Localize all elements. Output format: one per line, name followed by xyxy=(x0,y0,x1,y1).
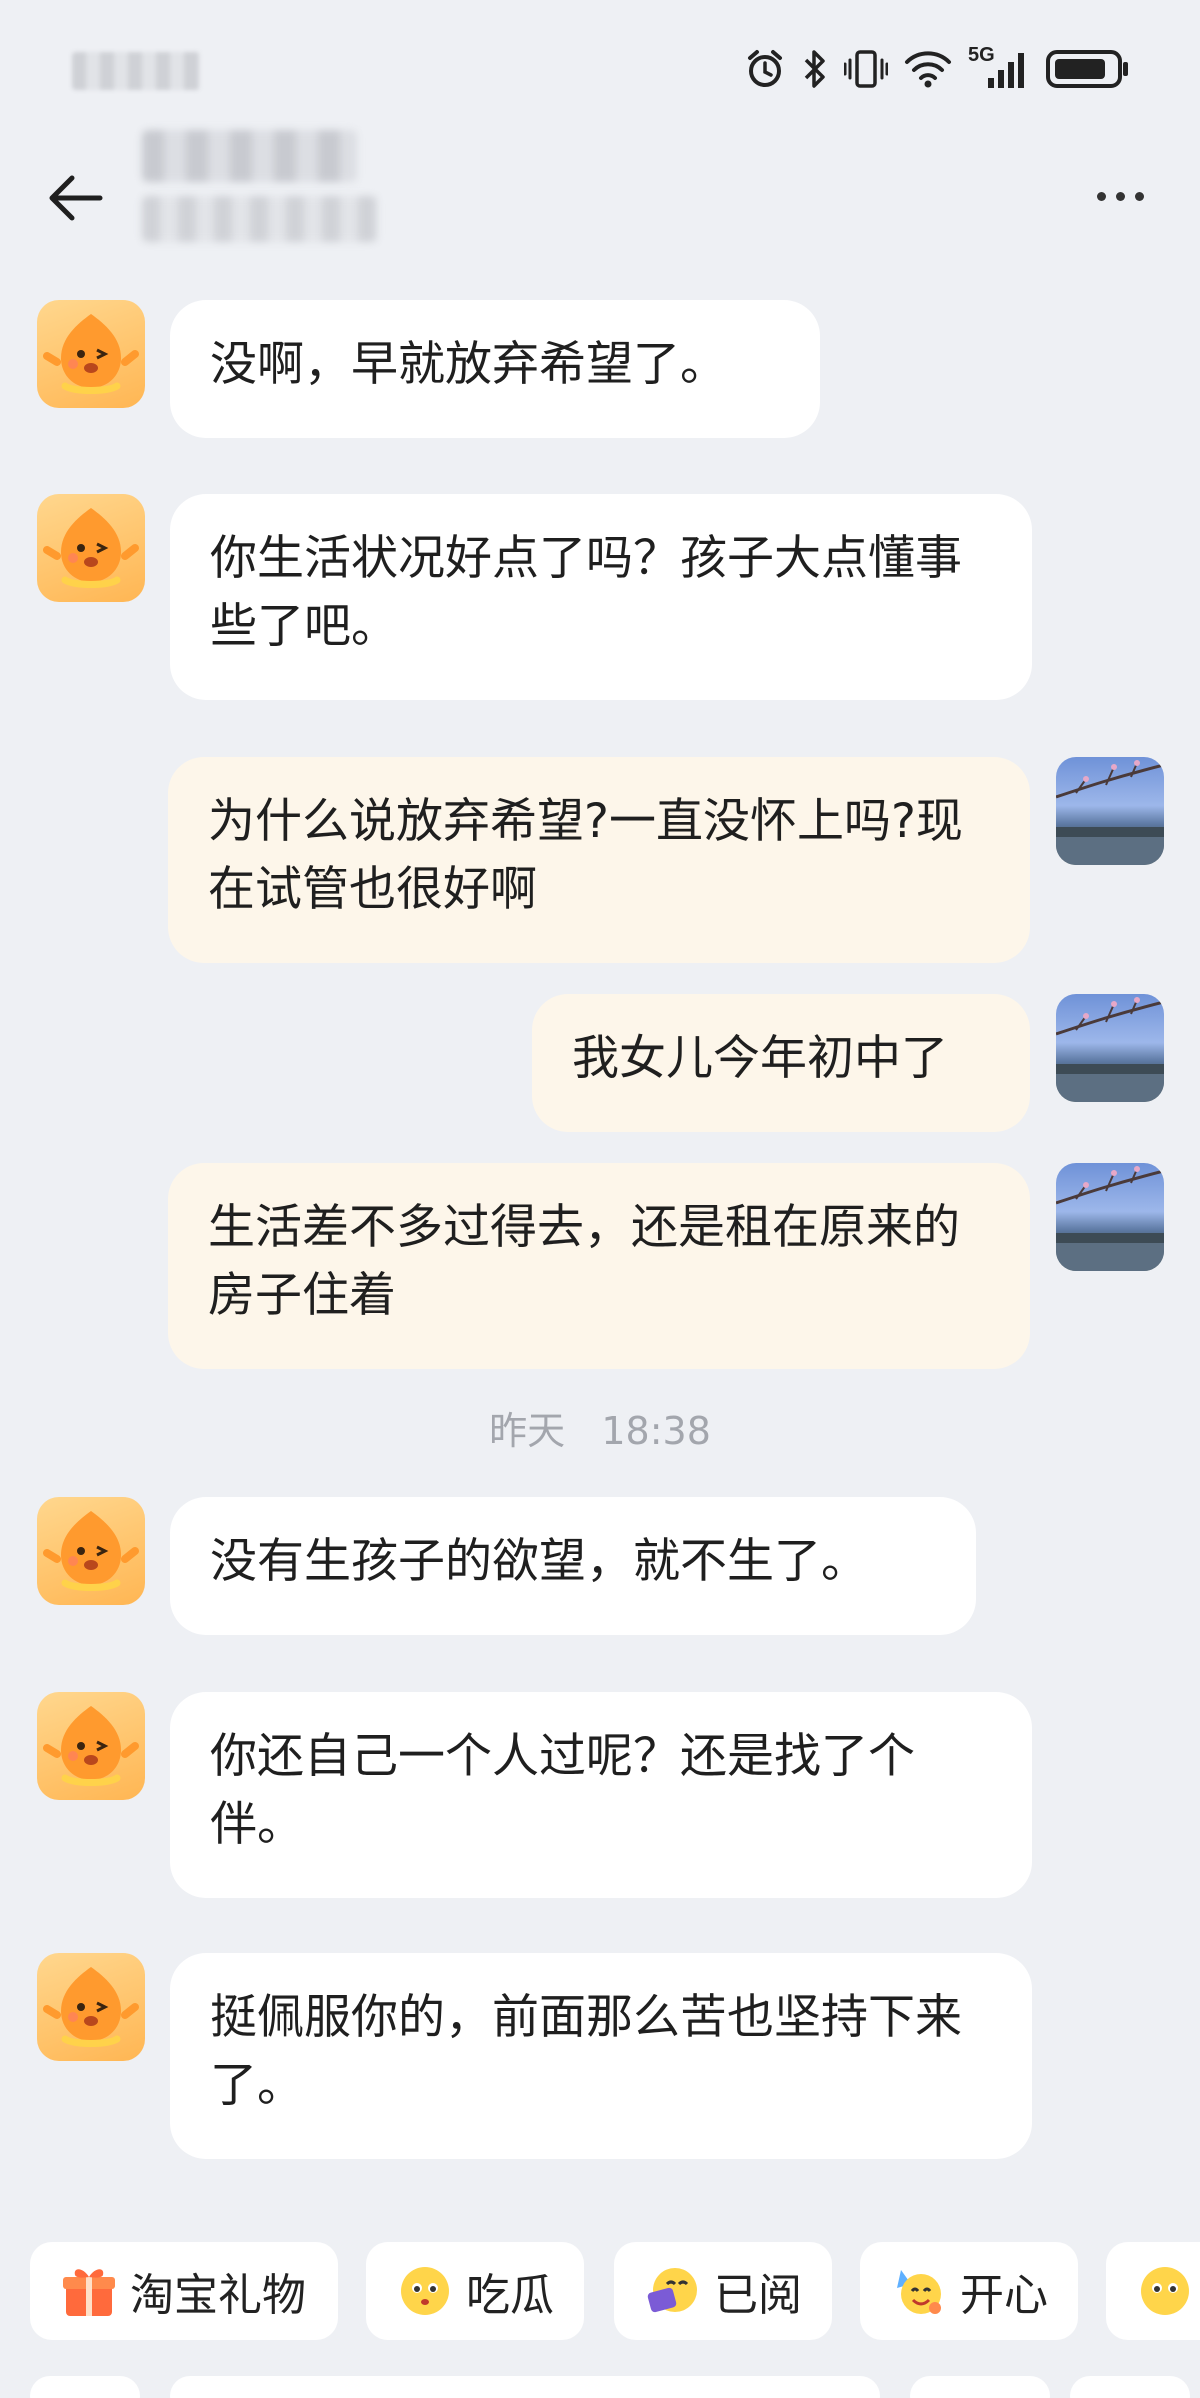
alarm-icon xyxy=(744,48,786,90)
bluetooth-icon xyxy=(802,48,828,90)
more-dots-icon xyxy=(1096,191,1106,201)
mascot-avatar-icon xyxy=(43,1706,139,1786)
incoming-message-bubble[interactable]: 没有生孩子的欲望，就不生了。 xyxy=(170,1497,976,1635)
timestamp-time: 18:38 xyxy=(601,1409,711,1453)
more-dot xyxy=(1115,191,1125,201)
incoming-message-bubble[interactable]: 你生活状况好点了吗？孩子大点懂事些了吧。 xyxy=(170,494,1032,700)
message-text: 没有生孩子的欲望，就不生了。 xyxy=(210,1534,868,1589)
message-text: 生活差不多过得去，还是租在原来的房子住着 xyxy=(208,1200,960,1323)
contact-avatar[interactable] xyxy=(37,1497,145,1605)
chip-label: 已阅 xyxy=(714,2270,802,2321)
user-avatar[interactable] xyxy=(1056,994,1164,1102)
mascot-avatar-icon xyxy=(43,1511,139,1591)
quick-reply-happy[interactable]: 开心 xyxy=(860,2242,1078,2340)
incoming-message-bubble[interactable]: 挺佩服你的，前面那么苦也坚持下来了。 xyxy=(170,1953,1032,2159)
message-text: 你生活状况好点了吗？孩子大点懂事些了吧。 xyxy=(210,531,962,654)
wifi-icon xyxy=(904,49,952,89)
contact-subtitle-blurred xyxy=(142,196,377,242)
gift-icon xyxy=(60,2262,118,2320)
battery-icon xyxy=(1046,48,1130,90)
chip-label: 吃瓜 xyxy=(466,2270,554,2321)
incoming-message-bubble[interactable]: 没啊，早就放弃希望了。 xyxy=(170,300,820,438)
arrow-left-icon xyxy=(46,173,104,227)
user-avatar[interactable] xyxy=(1056,1163,1164,1271)
timestamp-divider: 昨天 18:38 xyxy=(0,1400,1200,1455)
emoji-face-icon xyxy=(1136,2262,1194,2320)
chip-label: 淘宝礼物 xyxy=(130,2270,306,2321)
mascot-avatar-icon xyxy=(43,314,139,394)
contact-avatar[interactable] xyxy=(37,300,145,408)
status-time-blurred xyxy=(72,52,200,90)
outgoing-message-bubble[interactable]: 生活差不多过得去，还是租在原来的房子住着 xyxy=(168,1163,1030,1369)
more-dot xyxy=(1134,191,1144,201)
contact-name-blurred xyxy=(142,130,357,182)
melon-emoji-icon xyxy=(396,2262,454,2320)
signal-5g-icon: 5G xyxy=(968,44,1030,90)
landscape-avatar-icon xyxy=(1056,760,1164,865)
message-text: 挺佩服你的，前面那么苦也坚持下来了。 xyxy=(210,1990,962,2113)
read-emoji-icon xyxy=(644,2262,702,2320)
incoming-message-bubble[interactable]: 你还自己一个人过呢？还是找了个伴。 xyxy=(170,1692,1032,1898)
quick-reply-melon[interactable]: 吃瓜 xyxy=(366,2242,584,2340)
message-input-partial[interactable] xyxy=(170,2376,880,2398)
toolbar-button-partial[interactable] xyxy=(30,2376,140,2398)
message-text: 为什么说放弃希望?一直没怀上吗?现在试管也很好啊 xyxy=(208,794,963,917)
outgoing-message-bubble[interactable]: 为什么说放弃希望?一直没怀上吗?现在试管也很好啊 xyxy=(168,757,1030,963)
message-text: 我女儿今年初中了 xyxy=(572,1031,948,1086)
quick-reply-gift[interactable]: 淘宝礼物 xyxy=(30,2242,338,2340)
landscape-avatar-icon xyxy=(1056,1166,1164,1271)
quick-reply-read[interactable]: 已阅 xyxy=(614,2242,832,2340)
mascot-avatar-icon xyxy=(43,1967,139,2047)
toolbar-button-partial[interactable] xyxy=(910,2376,1050,2398)
landscape-avatar-icon xyxy=(1056,997,1164,1102)
contact-avatar[interactable] xyxy=(37,494,145,602)
outgoing-message-bubble[interactable]: 我女儿今年初中了 xyxy=(532,994,1030,1132)
quick-reply-more[interactable] xyxy=(1106,2242,1200,2340)
toolbar-button-partial[interactable] xyxy=(1070,2376,1190,2398)
user-avatar[interactable] xyxy=(1056,757,1164,865)
timestamp-day: 昨天 xyxy=(489,1409,566,1453)
back-button[interactable] xyxy=(40,165,110,235)
quick-reply-bar: 淘宝礼物 吃瓜 已阅 开心 xyxy=(0,2242,1200,2342)
message-text: 没啊，早就放弃希望了。 xyxy=(210,337,727,392)
contact-avatar[interactable] xyxy=(37,1692,145,1800)
status-bar: 5G xyxy=(0,0,1200,140)
mascot-avatar-icon xyxy=(43,508,139,588)
chip-label: 开心 xyxy=(960,2270,1048,2321)
vibrate-icon xyxy=(844,48,888,90)
contact-avatar[interactable] xyxy=(37,1953,145,2061)
more-button[interactable] xyxy=(1080,168,1160,224)
message-text: 你还自己一个人过呢？还是找了个伴。 xyxy=(210,1729,915,1852)
happy-emoji-icon xyxy=(890,2262,948,2320)
chat-header xyxy=(0,120,1200,270)
status-icons: 5G xyxy=(744,44,1130,90)
